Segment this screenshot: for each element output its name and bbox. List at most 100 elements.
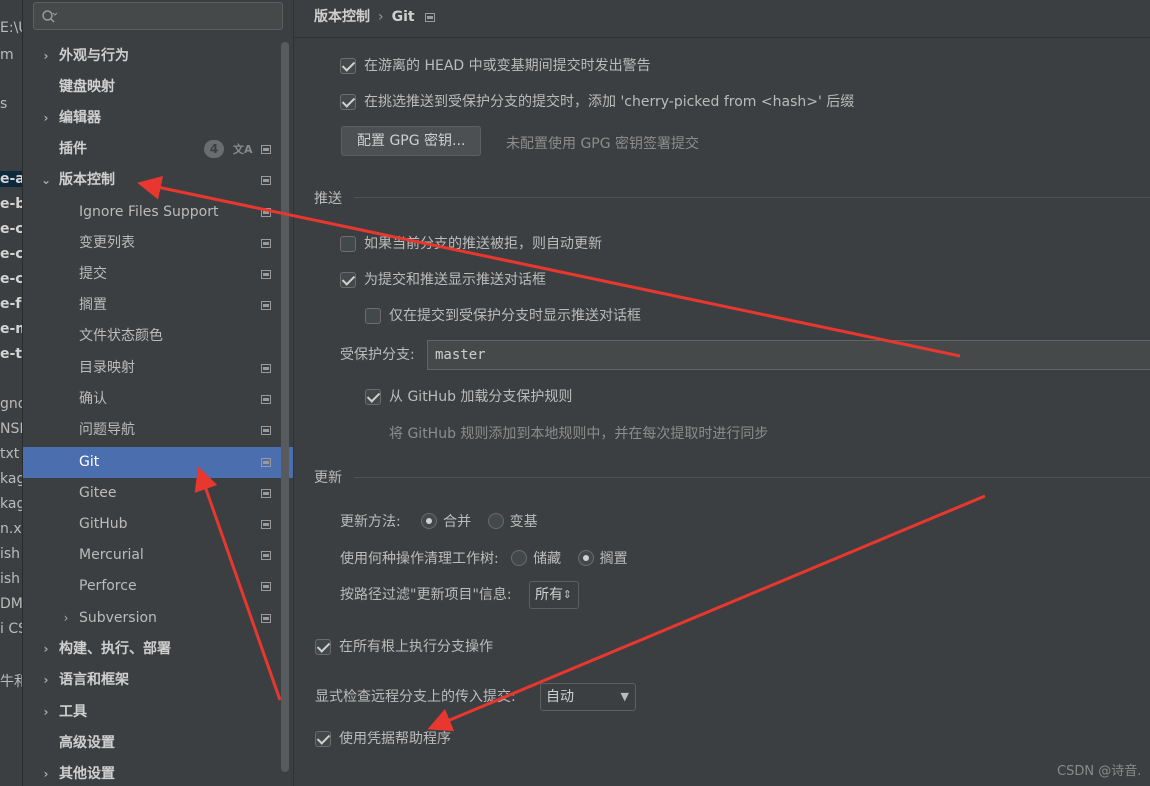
- filter-update-select[interactable]: 所有 ⇕: [529, 581, 579, 609]
- project-tree-item[interactable]: e-te: [0, 346, 22, 362]
- sidebar-item-label: Subversion: [79, 610, 157, 626]
- sidebar-item[interactable]: 搁置: [23, 290, 293, 321]
- push-dialog-protected-checkbox[interactable]: [365, 308, 381, 324]
- sidebar-item[interactable]: ⌄ 版本控制: [23, 165, 293, 196]
- sidebar-item[interactable]: 插件 4 文A: [23, 134, 293, 165]
- project-tree-item[interactable]: gno: [0, 396, 22, 412]
- sidebar-item[interactable]: 变更列表: [23, 228, 293, 259]
- credential-helper-label: 使用凭据帮助程序: [339, 731, 451, 747]
- show-push-dialog-checkbox[interactable]: [340, 272, 356, 288]
- clean-shelve-option[interactable]: 搁置: [577, 550, 628, 567]
- sidebar-item[interactable]: Ignore Files Support: [23, 197, 293, 228]
- chevron-right-icon[interactable]: ›: [39, 103, 53, 134]
- sidebar-item[interactable]: 目录映射: [23, 353, 293, 384]
- project-tree-item[interactable]: kage: [0, 471, 22, 487]
- project-tree-item[interactable]: e-ca: [0, 221, 22, 237]
- sidebar-item-label: 目录映射: [79, 360, 135, 376]
- sidebar-item[interactable]: Perforce: [23, 571, 293, 602]
- project-tree-item[interactable]: E:\Us: [0, 20, 22, 36]
- sidebar-item[interactable]: 文件状态颜色: [23, 321, 293, 352]
- sidebar-item[interactable]: › 外观与行为: [23, 41, 293, 72]
- clean-stash-radio[interactable]: [511, 550, 528, 566]
- sidebar-item[interactable]: › 编辑器: [23, 103, 293, 134]
- project-tree-item[interactable]: e-m: [0, 321, 22, 337]
- project-tree-item[interactable]: e-fr: [0, 296, 22, 312]
- configure-gpg-button[interactable]: 配置 GPG 密钥...: [341, 126, 482, 156]
- load-github-rules-checkbox[interactable]: [365, 389, 381, 405]
- sidebar-item-label: 构建、执行、部署: [59, 641, 171, 657]
- load-github-rules-label: 从 GitHub 加载分支保护规则: [389, 389, 573, 405]
- sidebar-item-label: 外观与行为: [59, 48, 129, 64]
- sidebar-item[interactable]: 问题导航: [23, 415, 293, 446]
- project-tree-item[interactable]: e-ba: [0, 196, 22, 212]
- incoming-commits-value: 自动: [546, 689, 574, 705]
- sidebar-item[interactable]: Mercurial: [23, 540, 293, 571]
- sidebar-item-label: Perforce: [79, 578, 137, 594]
- project-tree-item[interactable]: m: [0, 47, 14, 63]
- project-tree-item[interactable]: n.xm: [0, 521, 22, 537]
- translate-icon: 文A: [233, 143, 253, 156]
- chevron-right-icon[interactable]: ›: [39, 665, 53, 696]
- breadcrumb-parent[interactable]: 版本控制: [314, 9, 370, 25]
- project-tree-item[interactable]: e-co: [0, 271, 22, 287]
- project-tree-item[interactable]: e-ac: [0, 171, 22, 187]
- clean-stash-option[interactable]: 储藏: [511, 550, 561, 567]
- project-tree-item[interactable]: ish: [0, 571, 20, 587]
- sidebar-item[interactable]: 键盘映射: [23, 72, 293, 103]
- project-tree-item[interactable]: kage: [0, 496, 22, 512]
- project-level-icon: [261, 614, 271, 623]
- chevron-right-icon[interactable]: ›: [39, 41, 53, 72]
- chevron-right-icon[interactable]: ›: [39, 634, 53, 665]
- clean-shelve-label: 搁置: [599, 551, 628, 567]
- show-push-dialog-label: 为提交和推送显示推送对话框: [364, 272, 546, 288]
- update-merge-option[interactable]: 合并: [421, 513, 472, 530]
- chevron-right-icon[interactable]: ›: [39, 697, 53, 728]
- project-tree-item[interactable]: i CS: [0, 621, 22, 637]
- sidebar-item[interactable]: › 构建、执行、部署: [23, 634, 293, 665]
- incoming-commits-select[interactable]: 自动 ▼: [540, 683, 636, 711]
- sidebar-item[interactable]: › 其他设置: [23, 759, 293, 786]
- chevron-right-icon[interactable]: ›: [59, 603, 73, 634]
- all-roots-checkbox[interactable]: [315, 639, 331, 655]
- sidebar-scrollbar[interactable]: [281, 42, 289, 772]
- settings-search-input[interactable]: [33, 2, 283, 30]
- credential-helper-checkbox[interactable]: [315, 731, 331, 747]
- project-tree-item[interactable]: s: [0, 96, 7, 112]
- sidebar-item[interactable]: › 语言和框架: [23, 665, 293, 696]
- project-level-icon: [261, 208, 271, 217]
- project-tree-item[interactable]: 牛和划: [0, 671, 22, 691]
- sidebar-item[interactable]: Gitee: [23, 478, 293, 509]
- update-rebase-option[interactable]: 变基: [487, 513, 538, 530]
- project-level-icon: [261, 458, 271, 467]
- sidebar-item[interactable]: › 工具: [23, 697, 293, 728]
- protected-branches-input[interactable]: master: [427, 340, 1150, 370]
- project-level-icon: [261, 395, 271, 404]
- clean-shelve-radio[interactable]: [577, 550, 594, 566]
- sidebar-item[interactable]: GitHub: [23, 509, 293, 540]
- chevron-right-icon[interactable]: ›: [39, 759, 53, 786]
- sidebar-item[interactable]: 提交: [23, 259, 293, 290]
- sidebar-item-label: 确认: [79, 391, 107, 407]
- cherry-pick-suffix-checkbox[interactable]: [340, 94, 356, 110]
- sidebar-item[interactable]: 确认: [23, 384, 293, 415]
- auto-update-checkbox[interactable]: [340, 236, 356, 252]
- settings-sidebar: › 外观与行为键盘映射 › 编辑器 插件 4 文A ⌄ 版本控制 Ignore Files Sup…: [23, 0, 293, 786]
- sidebar-item-label: 键盘映射: [59, 79, 115, 95]
- sidebar-item[interactable]: 高级设置: [23, 728, 293, 759]
- update-method-row: 更新方法: 合并 变基: [340, 511, 538, 533]
- warn-detached-head-checkbox[interactable]: [340, 58, 356, 74]
- chevron-down-icon[interactable]: ⌄: [39, 165, 53, 196]
- sidebar-item[interactable]: › Subversion: [23, 603, 293, 634]
- project-tree-item[interactable]: NSI: [0, 421, 22, 437]
- project-tree-item[interactable]: ish: [0, 546, 20, 562]
- clean-tree-label: 使用何种操作清理工作树:: [340, 551, 499, 567]
- update-merge-label: 合并: [443, 514, 472, 530]
- project-tree-strip: E:\Us m s e-ac e-ba e-ca e-co e-co e-fr e-m e-te gn…: [0, 0, 23, 786]
- sidebar-item[interactable]: Git: [23, 447, 293, 478]
- update-merge-radio[interactable]: [421, 513, 438, 529]
- project-tree-item[interactable]: e-co: [0, 246, 22, 262]
- project-tree-item[interactable]: txt: [0, 446, 19, 462]
- sidebar-item-label: 插件: [59, 141, 87, 157]
- project-tree-item[interactable]: DM: [0, 596, 22, 612]
- update-rebase-radio[interactable]: [487, 513, 504, 529]
